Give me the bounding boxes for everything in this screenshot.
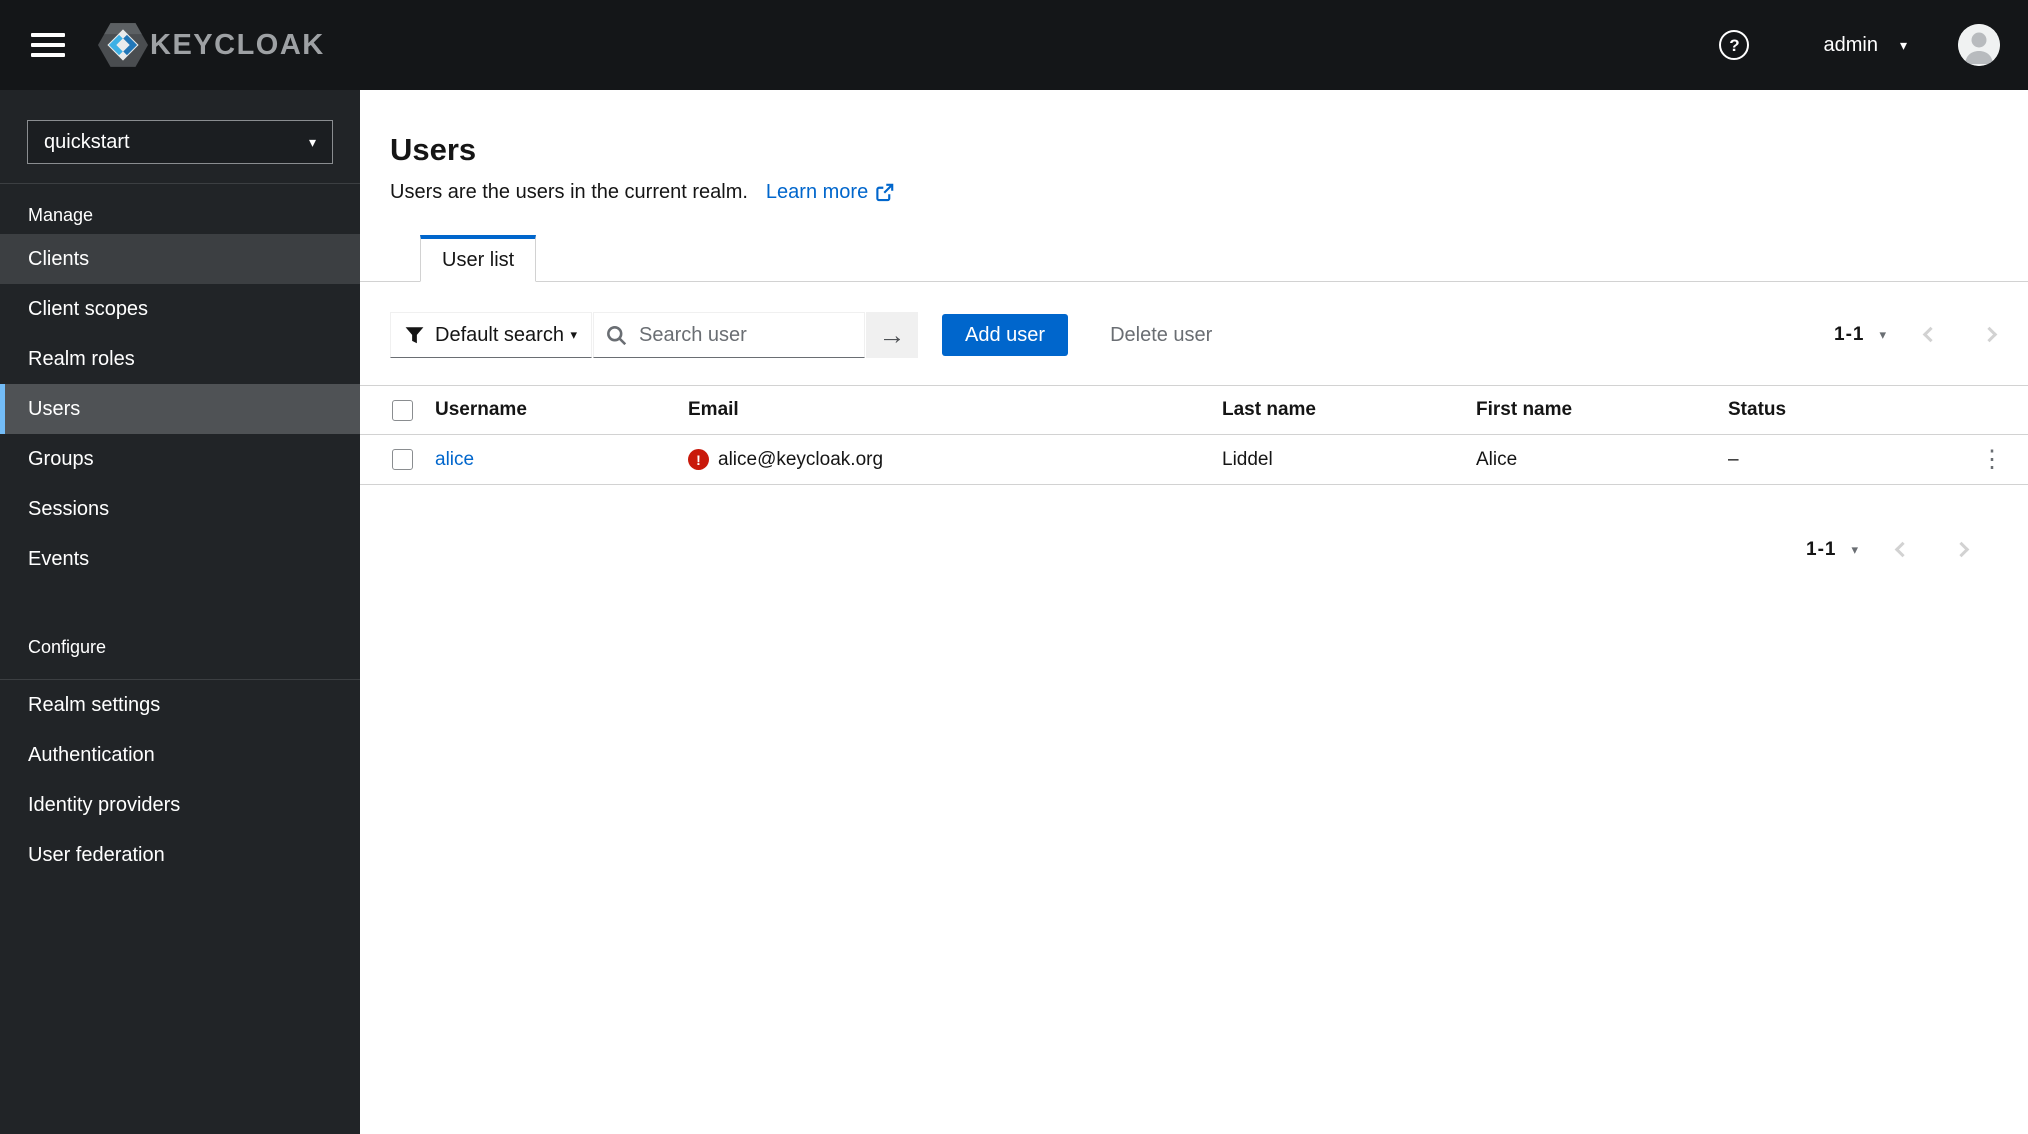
sidebar-item-user-federation[interactable]: User federation bbox=[0, 830, 360, 880]
page-title: Users bbox=[390, 132, 477, 167]
column-header-email: Email bbox=[688, 399, 739, 420]
sidebar-item-label: Realm settings bbox=[28, 693, 161, 716]
pagination-menu-toggle[interactable]: 1-1 ▾ bbox=[1826, 324, 1894, 346]
sidebar-item-label: Groups bbox=[28, 447, 94, 470]
sidebar-item-realm-roles[interactable]: Realm roles bbox=[0, 334, 360, 384]
page-header: Users Users are the users in the current… bbox=[360, 90, 2028, 204]
user-menu[interactable]: admin ▾ bbox=[1823, 34, 1907, 57]
sidebar-item-sessions[interactable]: Sessions bbox=[0, 484, 360, 534]
learn-more-label: Learn more bbox=[765, 181, 869, 203]
pagination-bottom: 1-1 ▾ bbox=[1798, 532, 1984, 568]
nav-section-title-configure: Configure bbox=[28, 637, 107, 657]
person-icon bbox=[1958, 24, 2000, 66]
row-checkbox[interactable] bbox=[392, 449, 413, 470]
chevron-right-icon bbox=[1953, 541, 1969, 557]
pagination-range: 1-1 bbox=[1806, 539, 1837, 560]
chevron-down-icon: ▾ bbox=[570, 327, 577, 342]
username-label: admin bbox=[1823, 33, 1878, 56]
users-table: Username Email Last name First name Stat… bbox=[360, 385, 2028, 485]
realm-name: quickstart bbox=[44, 130, 130, 153]
sidebar-item-label: Authentication bbox=[28, 743, 155, 766]
column-header-status: Status bbox=[1728, 399, 1787, 420]
sidebar-item-events[interactable]: Events bbox=[0, 534, 360, 584]
chevron-left-icon bbox=[1922, 326, 1938, 342]
username-link[interactable]: alice bbox=[435, 449, 474, 470]
arrow-right-icon: → bbox=[878, 319, 906, 350]
tab-bar: User list bbox=[360, 235, 2028, 282]
next-page-button[interactable] bbox=[1938, 532, 1984, 568]
column-header-first-name: First name bbox=[1476, 399, 1573, 420]
nav-section-title-manage: Manage bbox=[28, 205, 94, 225]
hamburger-menu-icon[interactable] bbox=[31, 33, 65, 57]
pagination-menu-toggle[interactable]: 1-1 ▾ bbox=[1798, 539, 1866, 561]
search-submit-button[interactable]: → bbox=[866, 312, 918, 358]
chevron-down-icon: ▾ bbox=[1899, 36, 1907, 53]
sidebar-item-client-scopes[interactable]: Client scopes bbox=[0, 284, 360, 334]
column-header-last-name: Last name bbox=[1222, 399, 1316, 420]
external-link-icon bbox=[876, 183, 894, 202]
toolbar: Default search ▾ → Add user Delete user bbox=[360, 312, 2028, 358]
status-value: – bbox=[1728, 448, 1739, 470]
last-name-value: Liddel bbox=[1222, 448, 1273, 470]
learn-more-link[interactable]: Learn more bbox=[766, 181, 894, 204]
sidebar-item-users[interactable]: Users bbox=[0, 384, 360, 434]
row-actions-kebab-icon[interactable]: ⋮ bbox=[1972, 446, 2012, 474]
chevron-right-icon bbox=[1981, 326, 1997, 342]
search-type-label: Default search bbox=[435, 323, 564, 346]
sidebar-item-label: Users bbox=[28, 397, 81, 420]
sidebar-item-clients[interactable]: Clients bbox=[0, 234, 360, 284]
previous-page-button[interactable] bbox=[1879, 532, 1925, 568]
realm-selector[interactable]: quickstart ▾ bbox=[27, 120, 333, 164]
main-content: Users Users are the users in the current… bbox=[360, 90, 2028, 1134]
table-row: alice ! alice@keycloak.org Liddel Alice … bbox=[360, 435, 2028, 485]
search-box bbox=[593, 312, 865, 358]
pagination-top: 1-1 ▾ bbox=[1826, 317, 2028, 353]
masthead: KEYCLOAK ? admin ▾ bbox=[0, 0, 2028, 90]
chevron-down-icon: ▾ bbox=[1879, 327, 1886, 342]
select-all-checkbox[interactable] bbox=[392, 399, 413, 421]
table-header-row: Username Email Last name First name Stat… bbox=[360, 385, 2028, 435]
next-page-button[interactable] bbox=[1966, 317, 2012, 353]
filter-icon bbox=[405, 326, 424, 343]
email-error-icon: ! bbox=[688, 449, 709, 470]
search-type-dropdown[interactable]: Default search ▾ bbox=[390, 312, 592, 358]
search-icon bbox=[607, 325, 627, 345]
sidebar-item-groups[interactable]: Groups bbox=[0, 434, 360, 484]
keycloak-logo: KEYCLOAK bbox=[98, 20, 325, 70]
help-icon[interactable]: ? bbox=[1719, 30, 1750, 60]
add-user-button[interactable]: Add user bbox=[942, 314, 1069, 356]
tab-user-list[interactable]: User list bbox=[420, 235, 537, 282]
column-header-username: Username bbox=[435, 399, 527, 420]
brand-text: KEYCLOAK bbox=[150, 28, 325, 61]
sidebar-item-label: Events bbox=[28, 547, 90, 570]
sidebar-item-label: User federation bbox=[28, 843, 165, 866]
first-name-value: Alice bbox=[1476, 448, 1518, 470]
email-value: alice@keycloak.org bbox=[718, 448, 884, 470]
pagination-range: 1-1 bbox=[1834, 324, 1865, 345]
search-input[interactable] bbox=[637, 322, 852, 348]
sidebar-item-identity-providers[interactable]: Identity providers bbox=[0, 780, 360, 830]
keycloak-hexagon-icon bbox=[98, 23, 148, 67]
delete-user-button[interactable]: Delete user bbox=[1104, 323, 1218, 348]
chevron-left-icon bbox=[1894, 541, 1910, 557]
sidebar-item-authentication[interactable]: Authentication bbox=[0, 730, 360, 780]
tab-label: User list bbox=[442, 248, 515, 271]
sidebar-item-label: Sessions bbox=[28, 497, 110, 520]
avatar[interactable] bbox=[1958, 24, 2000, 66]
chevron-down-icon: ▾ bbox=[308, 133, 316, 150]
sidebar-item-label: Clients bbox=[28, 247, 90, 270]
sidebar-item-realm-settings[interactable]: Realm settings bbox=[0, 680, 360, 730]
sidebar-item-label: Realm roles bbox=[28, 347, 135, 370]
chevron-down-icon: ▾ bbox=[1851, 542, 1858, 557]
app-window: KEYCLOAK ? admin ▾ quickstart ▾ Manage C… bbox=[0, 0, 2028, 1134]
sidebar-item-label: Identity providers bbox=[28, 793, 181, 816]
previous-page-button[interactable] bbox=[1907, 317, 1953, 353]
page-subtitle: Users are the users in the current realm… bbox=[390, 181, 748, 203]
sidebar: quickstart ▾ Manage Clients Client scope… bbox=[0, 90, 360, 1134]
sidebar-item-label: Client scopes bbox=[28, 297, 149, 320]
